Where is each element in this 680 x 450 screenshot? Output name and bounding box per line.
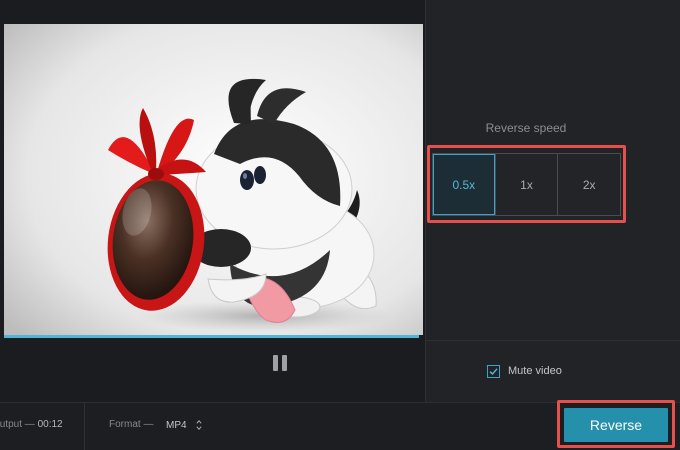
output-value: 00:12 xyxy=(37,419,63,430)
video-preview[interactable] xyxy=(4,24,423,335)
select-arrows-icon xyxy=(195,420,202,430)
pause-icon xyxy=(273,355,278,371)
mute-video-label: Mute video xyxy=(508,365,562,377)
mute-checkbox[interactable] xyxy=(487,364,500,378)
speed-options-group: 0.5x 1x 2x xyxy=(432,153,621,216)
video-frame-image xyxy=(4,24,423,335)
format-select[interactable]: MP4 xyxy=(166,417,202,433)
output-duration: Output — 00:12 xyxy=(0,419,63,430)
output-label: Output — xyxy=(0,419,35,430)
speed-option-0-5x[interactable]: 0.5x xyxy=(433,154,495,215)
speed-option-1x[interactable]: 1x xyxy=(494,154,558,215)
panel-divider xyxy=(425,0,426,402)
checkmark-icon xyxy=(489,367,498,375)
speed-option-2x[interactable]: 2x xyxy=(557,154,621,215)
video-progress-bar[interactable] xyxy=(4,335,419,338)
format-label: Format — xyxy=(109,419,154,430)
mute-video-toggle[interactable]: Mute video xyxy=(487,362,562,380)
pause-button[interactable] xyxy=(270,353,290,373)
video-progress-fill xyxy=(4,335,419,338)
reverse-button[interactable]: Reverse xyxy=(564,408,668,442)
reverse-speed-title: Reverse speed xyxy=(485,121,567,135)
bottom-divider xyxy=(84,402,85,450)
format-value: MP4 xyxy=(166,419,187,431)
pause-icon-bar xyxy=(282,355,287,371)
settings-divider xyxy=(426,340,680,341)
